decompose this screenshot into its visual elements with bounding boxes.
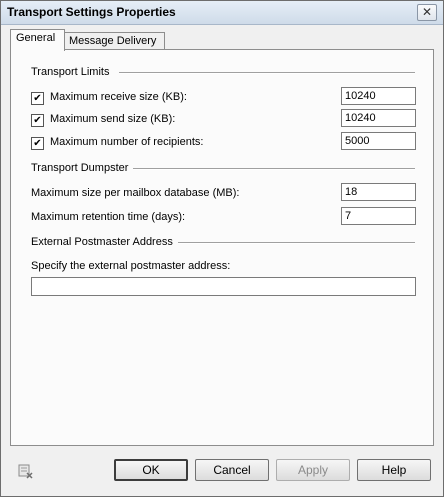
max-retention-time-label: Maximum retention time (days): [31, 211, 186, 223]
cancel-button[interactable]: Cancel [195, 459, 269, 481]
max-send-size-input[interactable] [341, 109, 416, 127]
max-size-per-mailbox-label: Maximum size per mailbox database (MB): [31, 187, 240, 199]
transport-dumpster-divider [133, 168, 415, 170]
properties-dialog: Transport Settings Properties ✕ General … [0, 0, 444, 497]
postmaster-title: External Postmaster Address [31, 236, 173, 248]
general-tab-panel: Transport Limits ✔ Maximum receive size … [10, 49, 434, 446]
max-recipients-checkbox[interactable]: ✔ [31, 137, 44, 150]
max-receive-size-checkbox[interactable]: ✔ [31, 92, 44, 105]
properties-status-icon [18, 463, 34, 479]
title-bar: Transport Settings Properties ✕ [1, 1, 443, 25]
max-recipients-input[interactable] [341, 132, 416, 150]
transport-limits-title: Transport Limits [31, 66, 110, 78]
max-size-per-mailbox-input[interactable] [341, 183, 416, 201]
tab-general[interactable]: General [10, 29, 65, 51]
postmaster-address-label: Specify the external postmaster address: [31, 260, 231, 272]
window-title: Transport Settings Properties [7, 5, 176, 19]
max-receive-size-label: Maximum receive size (KB): [50, 91, 187, 103]
ok-button[interactable]: OK [114, 459, 188, 481]
close-button[interactable]: ✕ [417, 4, 437, 21]
max-send-size-label: Maximum send size (KB): [50, 113, 176, 125]
transport-limits-divider [119, 72, 415, 74]
transport-dumpster-title: Transport Dumpster [31, 162, 129, 174]
postmaster-divider [178, 242, 415, 244]
max-retention-time-input[interactable] [341, 207, 416, 225]
apply-button[interactable]: Apply [276, 459, 350, 481]
max-recipients-label: Maximum number of recipients: [50, 136, 204, 148]
close-icon: ✕ [421, 5, 433, 19]
tab-message-delivery[interactable]: Message Delivery [63, 32, 165, 50]
max-send-size-checkbox[interactable]: ✔ [31, 114, 44, 127]
max-receive-size-input[interactable] [341, 87, 416, 105]
help-button[interactable]: Help [357, 459, 431, 481]
postmaster-address-input[interactable] [31, 277, 416, 296]
